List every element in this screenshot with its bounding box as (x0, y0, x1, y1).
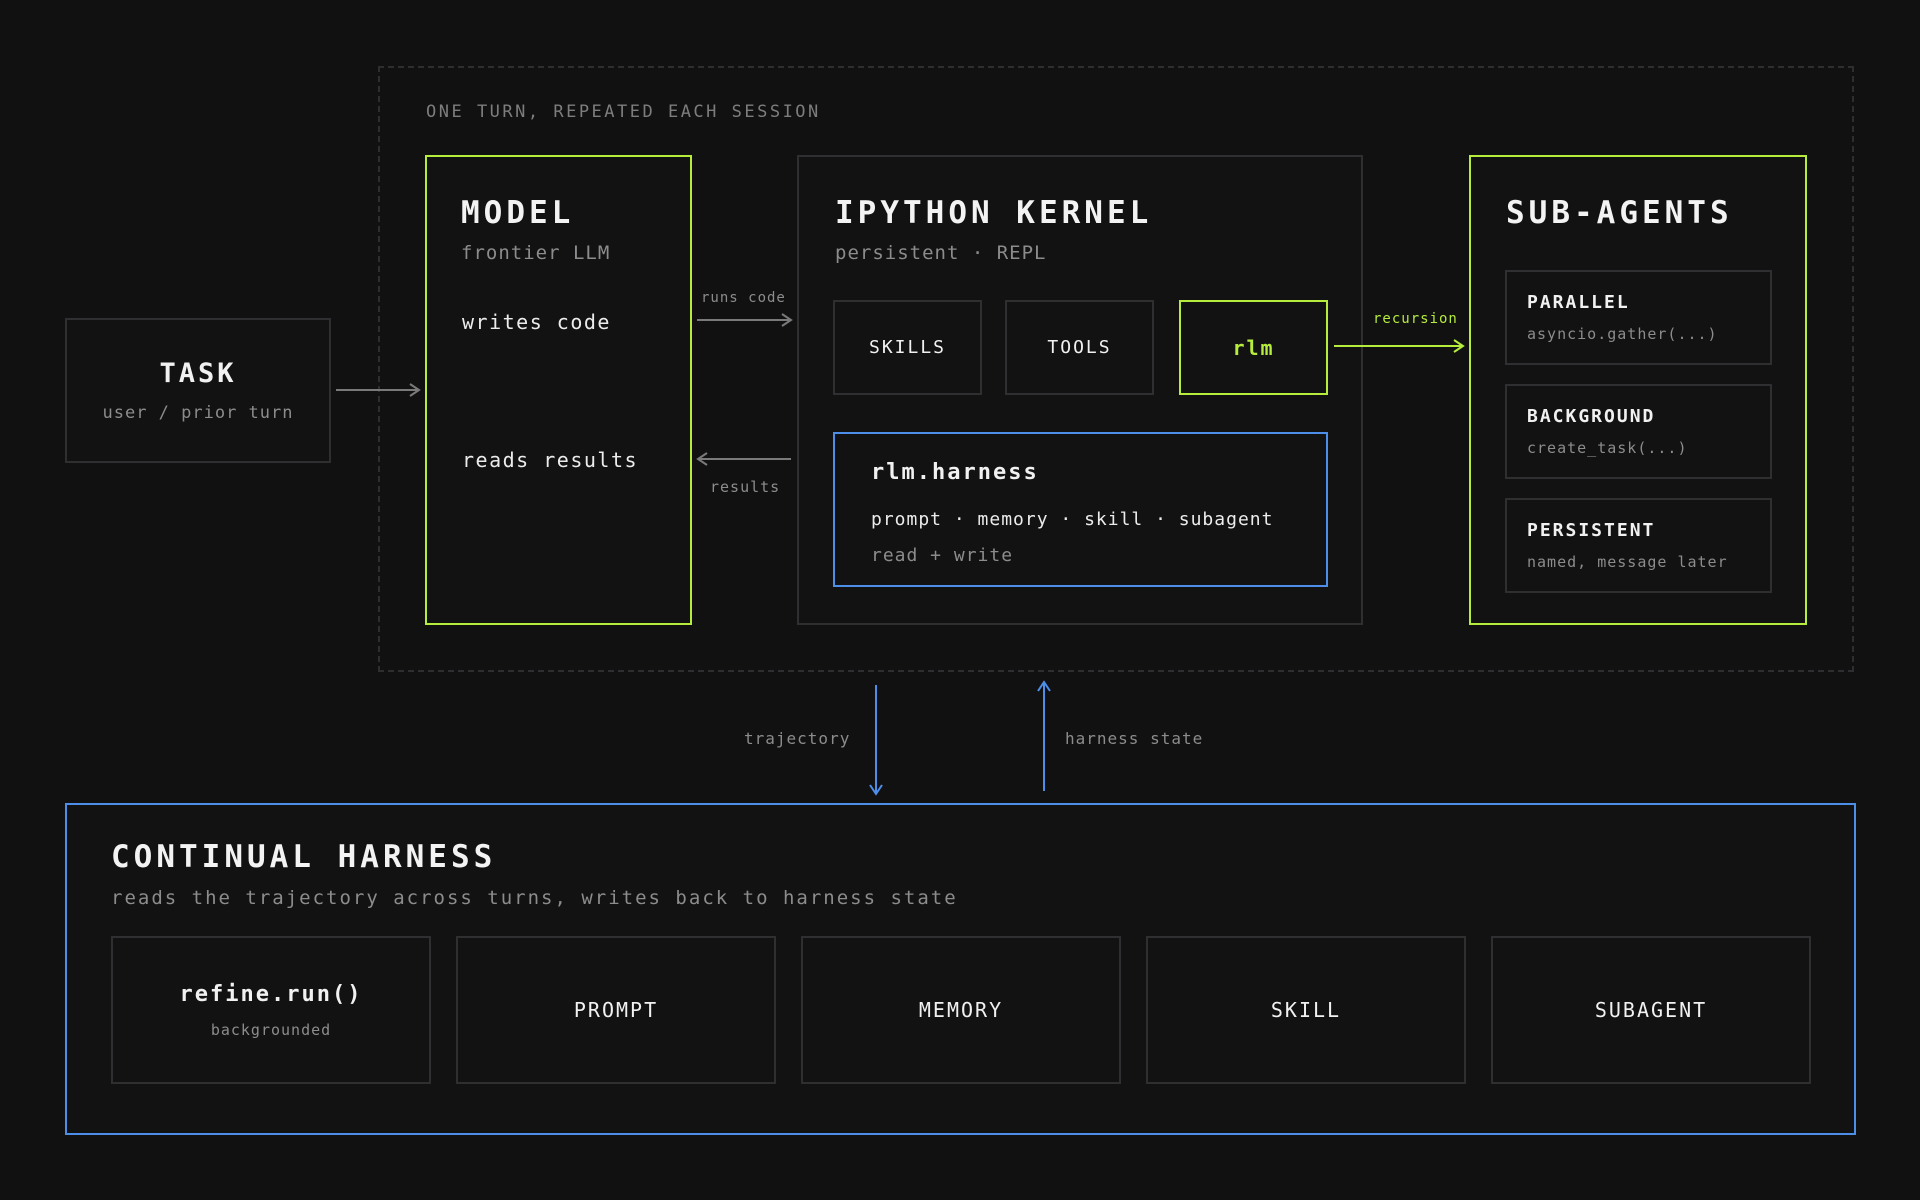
card-prompt-title: PROMPT (573, 998, 659, 1022)
card-subagent: SUBAGENT (1491, 936, 1811, 1084)
card-memory: MEMORY (801, 936, 1121, 1084)
card-refine-run-sub: backgrounded (210, 1020, 332, 1039)
card-refine-run-title: refine.run() (179, 981, 363, 1007)
card-skill: SKILL (1146, 936, 1466, 1084)
card-memory-title: MEMORY (918, 998, 1004, 1022)
card-subagent-title: SUBAGENT (1594, 998, 1708, 1022)
continual-harness-title: CONTINUAL HARNESS (111, 839, 497, 875)
card-prompt: PROMPT (456, 936, 776, 1084)
card-refine-run: refine.run() backgrounded (111, 936, 431, 1084)
continual-harness-subtitle: reads the trajectory across turns, write… (111, 887, 958, 909)
card-skill-title: SKILL (1270, 998, 1342, 1022)
continual-harness-box: CONTINUAL HARNESS reads the trajectory a… (65, 803, 1856, 1135)
